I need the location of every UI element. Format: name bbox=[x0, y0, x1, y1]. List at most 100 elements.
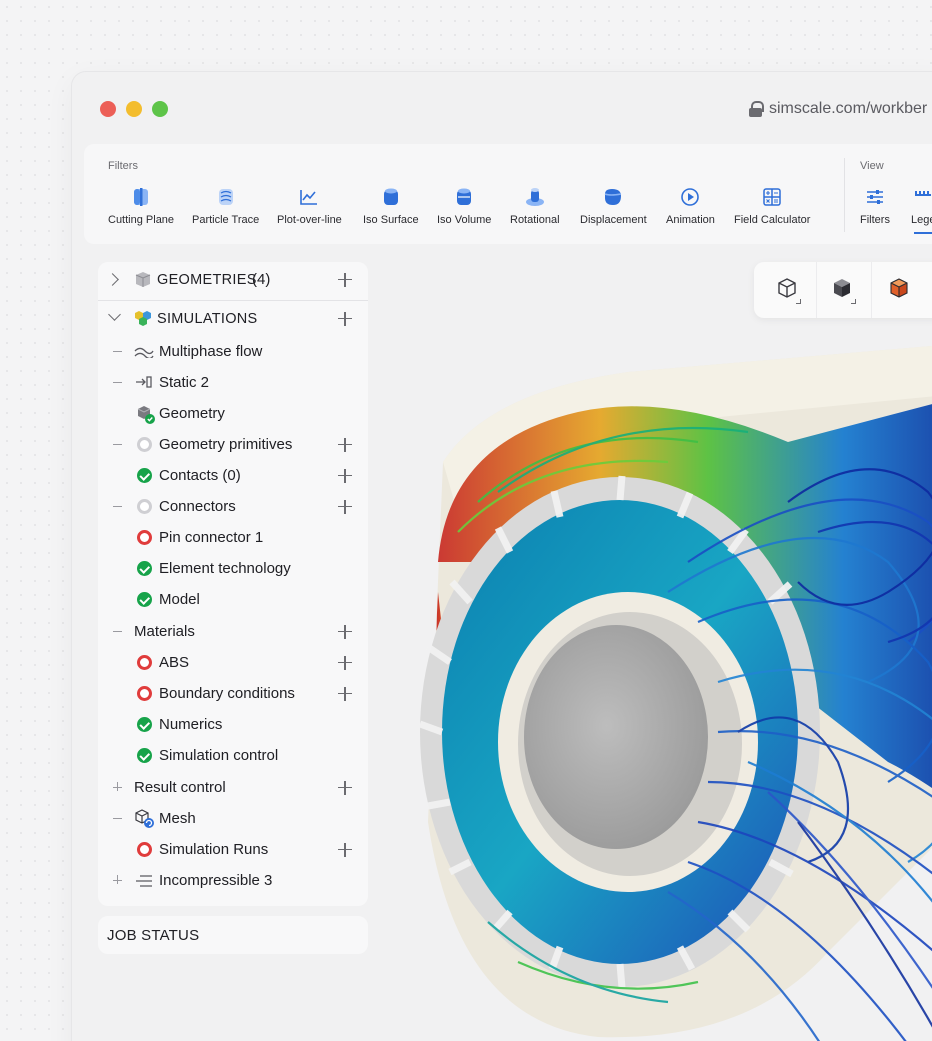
tree-item-geometry-primitives[interactable]: Geometry primitives bbox=[98, 429, 368, 460]
app-window: simscale.com/workber Filters View Cuttin… bbox=[72, 72, 932, 1041]
tree-item-geometry[interactable]: Geometry bbox=[98, 398, 368, 429]
collapse-icon[interactable] bbox=[113, 377, 123, 387]
tool-label: Animation bbox=[666, 214, 715, 226]
tree-item-mesh[interactable]: Mesh bbox=[98, 803, 368, 834]
collapse-icon[interactable] bbox=[113, 813, 123, 823]
simulation-tree-panel: GEOMETRIES (4) SIMULATIONS Multiphase fl… bbox=[98, 262, 368, 906]
plot-over-line-icon bbox=[299, 186, 319, 208]
highlighted-cube-icon bbox=[888, 277, 910, 304]
tree-item-multiphase-flow[interactable]: Multiphase flow bbox=[98, 336, 368, 367]
tool-view-filters[interactable]: Filters bbox=[860, 186, 890, 226]
collapse-icon[interactable] bbox=[113, 346, 123, 356]
displacement-icon bbox=[602, 186, 624, 208]
close-window-button[interactable] bbox=[100, 101, 116, 117]
tree-item-simulation-runs[interactable]: Simulation Runs bbox=[98, 834, 368, 865]
geometries-label: GEOMETRIES bbox=[157, 271, 257, 288]
tree-item-contacts[interactable]: Contacts (0) bbox=[98, 460, 368, 491]
url-text: simscale.com/workber bbox=[769, 100, 928, 117]
add-button[interactable] bbox=[338, 655, 352, 670]
tree-item-materials[interactable]: Materials bbox=[98, 616, 368, 647]
job-status-label: JOB STATUS bbox=[107, 926, 200, 944]
tree-item-label: Boundary conditions bbox=[159, 685, 295, 702]
tool-plot-over-line[interactable]: Plot-over-line bbox=[277, 186, 342, 226]
expand-icon[interactable] bbox=[113, 782, 123, 792]
tool-field-calculator[interactable]: Field Calculator bbox=[734, 186, 810, 226]
tool-particle-trace[interactable]: Particle Trace bbox=[192, 186, 259, 226]
minimize-window-button[interactable] bbox=[126, 101, 142, 117]
tree-item-connectors[interactable]: Connectors bbox=[98, 491, 368, 522]
tree-item-result-control[interactable]: Result control bbox=[98, 772, 368, 803]
tree-item-label: Result control bbox=[134, 779, 226, 796]
tool-view-legend[interactable]: Lege bbox=[911, 186, 932, 226]
tool-displacement[interactable]: Displacement bbox=[580, 186, 647, 226]
tree-section-simulations[interactable]: SIMULATIONS bbox=[98, 303, 368, 334]
section-divider bbox=[98, 300, 368, 301]
add-result-control-button[interactable] bbox=[338, 780, 352, 795]
tool-label: Rotational bbox=[510, 214, 560, 226]
collapse-icon[interactable] bbox=[113, 501, 123, 511]
tree-item-static-2[interactable]: Static 2 bbox=[98, 367, 368, 398]
error-status-icon bbox=[137, 530, 152, 545]
collapse-icon[interactable] bbox=[113, 439, 123, 449]
tree-section-geometries[interactable]: GEOMETRIES (4) bbox=[98, 264, 368, 295]
add-contact-button[interactable] bbox=[338, 468, 352, 483]
expand-icon[interactable] bbox=[113, 875, 123, 885]
view-cube-toolbar bbox=[754, 262, 932, 318]
tree-item-pin-connector[interactable]: Pin connector 1 bbox=[98, 522, 368, 553]
field-calculator-icon bbox=[763, 186, 781, 208]
address-bar[interactable]: simscale.com/workber bbox=[749, 100, 927, 118]
tree-item-model[interactable]: Model bbox=[98, 584, 368, 615]
tool-iso-surface[interactable]: Iso Surface bbox=[363, 186, 419, 226]
ok-status-icon bbox=[137, 748, 152, 763]
tree-item-label: Simulation Runs bbox=[159, 841, 269, 858]
add-connector-button[interactable] bbox=[338, 499, 352, 514]
pending-status-icon bbox=[137, 499, 152, 514]
tree-item-label: Element technology bbox=[159, 560, 291, 577]
add-simulation-run-button[interactable] bbox=[338, 842, 352, 857]
animation-icon bbox=[680, 186, 700, 208]
add-geometry-primitive-button[interactable] bbox=[338, 437, 352, 452]
job-status-panel[interactable]: JOB STATUS bbox=[98, 916, 368, 954]
geometry-icon bbox=[136, 405, 156, 430]
tree-item-label: ABS bbox=[159, 654, 190, 671]
tool-label: Filters bbox=[860, 214, 890, 226]
tree-item-abs[interactable]: ABS bbox=[98, 647, 368, 678]
solid-view-button[interactable] bbox=[824, 272, 860, 308]
error-status-icon bbox=[137, 686, 152, 701]
tool-label: Particle Trace bbox=[192, 214, 260, 226]
tool-animation[interactable]: Animation bbox=[666, 186, 715, 226]
tree-item-boundary-conditions[interactable]: Boundary conditions bbox=[98, 678, 368, 709]
tree-item-label: Connectors bbox=[159, 498, 236, 515]
sliders-icon bbox=[866, 186, 884, 208]
add-boundary-condition-button[interactable] bbox=[338, 686, 352, 701]
add-geometry-button[interactable] bbox=[338, 272, 352, 287]
tree-item-label: Contacts (0) bbox=[159, 467, 241, 484]
3d-viewport[interactable] bbox=[368, 262, 932, 1041]
tool-rotational[interactable]: Rotational bbox=[510, 186, 560, 226]
chevron-right-icon[interactable] bbox=[106, 273, 119, 286]
chevron-down-icon[interactable] bbox=[108, 308, 121, 321]
tool-label: Cutting Plane bbox=[108, 214, 175, 226]
tree-item-element-technology[interactable]: Element technology bbox=[98, 553, 368, 584]
tree-item-numerics[interactable]: Numerics bbox=[98, 709, 368, 740]
static-icon bbox=[135, 375, 153, 394]
tree-item-label: Model bbox=[159, 591, 200, 608]
highlight-view-button[interactable] bbox=[881, 272, 917, 308]
tree-item-incompressible-3[interactable]: Incompressible 3 bbox=[98, 865, 368, 896]
active-tab-indicator bbox=[914, 232, 932, 234]
collapse-icon[interactable] bbox=[113, 626, 123, 636]
simulations-icon bbox=[134, 310, 152, 332]
tool-cutting-plane[interactable]: Cutting Plane bbox=[108, 186, 174, 226]
iso-volume-icon bbox=[456, 186, 472, 208]
maximize-window-button[interactable] bbox=[152, 101, 168, 117]
rotational-icon bbox=[524, 186, 546, 208]
toolbar-divider bbox=[844, 158, 845, 232]
tool-label: Lege bbox=[911, 214, 932, 226]
particle-trace-icon bbox=[217, 186, 235, 208]
add-simulation-button[interactable] bbox=[338, 311, 352, 326]
tool-iso-volume[interactable]: Iso Volume bbox=[437, 186, 491, 226]
wireframe-view-button[interactable] bbox=[769, 272, 805, 308]
tree-item-simulation-control[interactable]: Simulation control bbox=[98, 740, 368, 771]
view-group-label: View bbox=[860, 160, 884, 172]
add-material-button[interactable] bbox=[338, 624, 352, 639]
